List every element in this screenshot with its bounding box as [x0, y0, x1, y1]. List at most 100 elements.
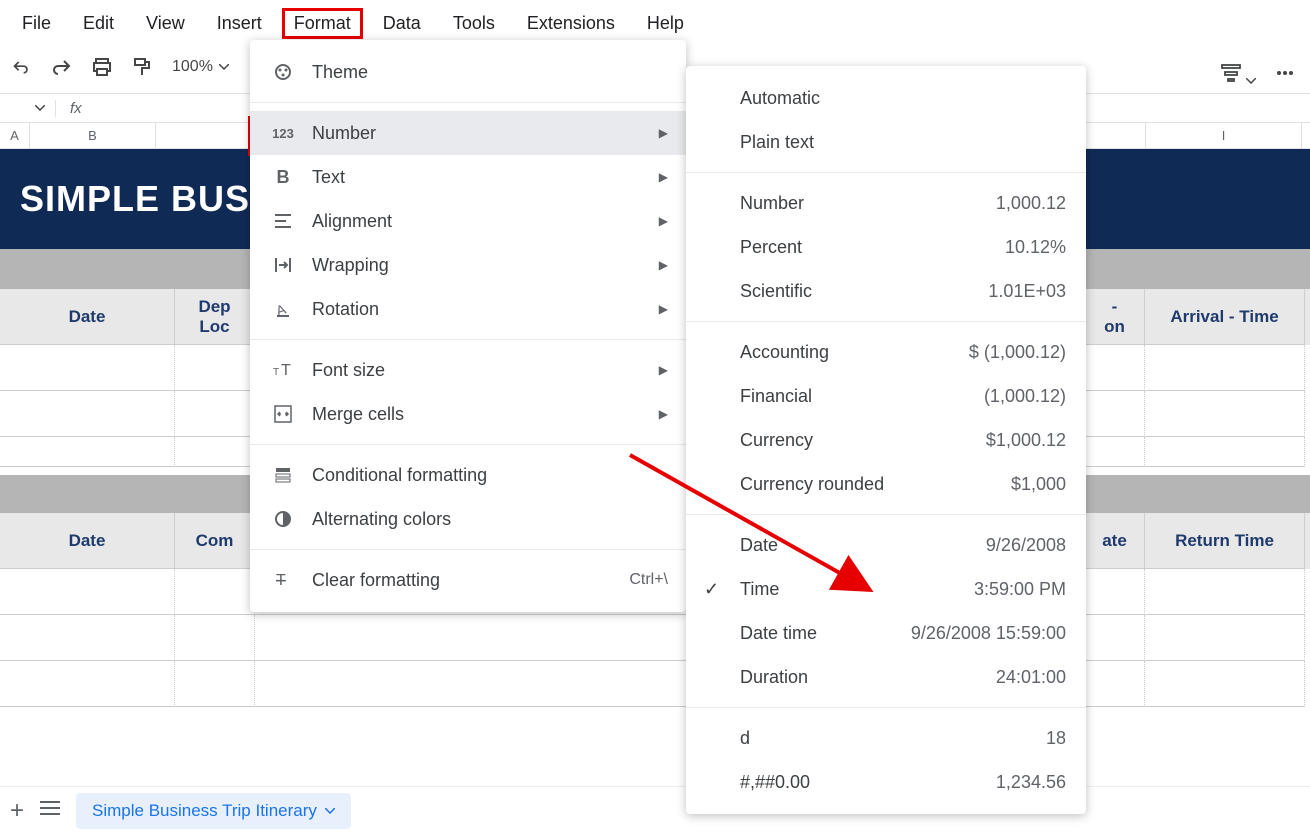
col-a[interactable]: A	[0, 123, 30, 148]
submenu-example: 3:59:00 PM	[974, 579, 1066, 600]
menu-theme[interactable]: Theme	[250, 50, 686, 94]
col-b[interactable]: B	[30, 123, 156, 148]
menu-insert[interactable]: Insert	[205, 8, 274, 39]
submenu-label: Duration	[740, 667, 808, 688]
submenu-example: 9/26/2008 15:59:00	[911, 623, 1066, 644]
submenu-financial[interactable]: Financial (1,000.12)	[686, 374, 1086, 418]
menu-edit[interactable]: Edit	[71, 8, 126, 39]
menu-wrapping[interactable]: Wrapping ▶	[250, 243, 686, 287]
fx-label: fx	[55, 100, 96, 117]
print-icon[interactable]	[92, 57, 112, 77]
wrapping-icon	[268, 256, 298, 274]
all-sheets-icon[interactable]	[40, 800, 60, 821]
submenu-d[interactable]: d 18	[686, 716, 1086, 760]
submenu-number[interactable]: Number 1,000.12	[686, 181, 1086, 225]
menu-mergecells[interactable]: Merge cells ▶	[250, 392, 686, 436]
submenu-example: 1,000.12	[996, 193, 1066, 214]
submenu--0-00[interactable]: #,##0.00 1,234.56	[686, 760, 1086, 804]
submenu-example: 1,234.56	[996, 772, 1066, 793]
zoom-select[interactable]: 100%	[172, 58, 229, 76]
submenu-example: 10.12%	[1005, 237, 1066, 258]
menu-text[interactable]: B Text ▶	[250, 155, 686, 199]
menu-number[interactable]: 123 Number ▶	[250, 111, 686, 155]
rotation-icon: A	[268, 300, 298, 318]
menu-clear[interactable]: T Clear formatting Ctrl+\	[250, 558, 686, 602]
redo-icon[interactable]	[52, 57, 72, 77]
th-on[interactable]: - on	[1085, 289, 1145, 345]
submenu-label: Time	[740, 579, 779, 600]
svg-text:T: T	[281, 362, 291, 379]
add-sheet-icon[interactable]: +	[10, 797, 24, 825]
submenu-label: #,##0.00	[740, 772, 810, 793]
menu-view[interactable]: View	[134, 8, 197, 39]
menu-fontsize[interactable]: TT Font size ▶	[250, 348, 686, 392]
menu-format[interactable]: Format	[282, 8, 363, 39]
menu-alternating[interactable]: Alternating colors	[250, 497, 686, 541]
sheet-tabs-bar: + Simple Business Trip Itinerary	[0, 786, 1310, 834]
submenu-example: (1,000.12)	[984, 386, 1066, 407]
submenu-label: Number	[740, 193, 804, 214]
chevron-right-icon: ▶	[659, 126, 668, 140]
toolbar-right	[1220, 62, 1294, 89]
th-date2[interactable]: Date	[0, 513, 175, 569]
number-icon: 123	[268, 126, 298, 141]
th-ate[interactable]: ate	[1085, 513, 1145, 569]
submenu-scientific[interactable]: Scientific 1.01E+03	[686, 269, 1086, 313]
th-com[interactable]: Com	[175, 513, 255, 569]
submenu-example: $1,000	[1011, 474, 1066, 495]
submenu-accounting[interactable]: Accounting$ (1,000.12)	[686, 330, 1086, 374]
svg-text:T: T	[273, 367, 279, 378]
menu-tools[interactable]: Tools	[441, 8, 507, 39]
submenu-currency[interactable]: Currency $1,000.12	[686, 418, 1086, 462]
submenu-percent[interactable]: Percent 10.12%	[686, 225, 1086, 269]
submenu-example: 9/26/2008	[986, 535, 1066, 556]
submenu-label: Accounting	[740, 342, 829, 363]
th-arrival[interactable]: Arrival - Time	[1145, 289, 1305, 345]
th-date[interactable]: Date	[0, 289, 175, 345]
sheet-tab[interactable]: Simple Business Trip Itinerary	[76, 793, 351, 829]
submenu-currency-rounded[interactable]: Currency rounded $1,000	[686, 462, 1086, 506]
submenu-automatic[interactable]: Automatic	[686, 76, 1086, 120]
submenu-plain-text[interactable]: Plain text	[686, 120, 1086, 164]
menu-alignment[interactable]: Alignment ▶	[250, 199, 686, 243]
undo-icon[interactable]	[12, 57, 32, 77]
menu-rotation[interactable]: A Rotation ▶	[250, 287, 686, 331]
submenu-example: 18	[1046, 728, 1066, 749]
menu-help[interactable]: Help	[635, 8, 696, 39]
menu-conditional[interactable]: Conditional formatting	[250, 453, 686, 497]
submenu-time[interactable]: ✓ Time 3:59:00 PM	[686, 567, 1086, 611]
theme-icon	[268, 62, 298, 82]
check-icon: ✓	[704, 579, 719, 600]
submenu-label: Currency rounded	[740, 474, 884, 495]
submenu-date-time[interactable]: Date time9/26/2008 15:59:00	[686, 611, 1086, 655]
submenu-label: Currency	[740, 430, 813, 451]
th-return[interactable]: Return Time	[1145, 513, 1305, 569]
filter-icon[interactable]	[1220, 62, 1256, 89]
menu-data[interactable]: Data	[371, 8, 433, 39]
merge-icon	[268, 405, 298, 423]
col-i[interactable]: I	[1146, 123, 1302, 148]
clear-icon: T	[268, 571, 298, 589]
alternating-icon	[268, 510, 298, 528]
submenu-example: $1,000.12	[986, 430, 1066, 451]
submenu-duration[interactable]: Duration24:01:00	[686, 655, 1086, 699]
submenu-example: 1.01E+03	[988, 281, 1066, 302]
menu-extensions[interactable]: Extensions	[515, 8, 627, 39]
submenu-label: d	[740, 728, 750, 749]
submenu-label: Financial	[740, 386, 812, 407]
more-icon[interactable]	[1276, 64, 1294, 87]
name-box[interactable]	[0, 105, 55, 111]
alignment-icon	[268, 212, 298, 230]
submenu-label: Automatic	[740, 88, 820, 109]
paint-format-icon[interactable]	[132, 57, 152, 77]
submenu-label: Plain text	[740, 132, 814, 153]
submenu-label: Scientific	[740, 281, 812, 302]
format-dropdown: Theme 123 Number ▶ B Text ▶ Alignment ▶ …	[250, 40, 686, 612]
svg-text:T: T	[276, 572, 286, 589]
number-submenu: Automatic Plain text Number 1,000.12 Percent…	[686, 66, 1086, 814]
menu-file[interactable]: File	[10, 8, 63, 39]
th-dep[interactable]: Dep Loc	[175, 289, 255, 345]
submenu-label: Percent	[740, 237, 802, 258]
submenu-date[interactable]: Date9/26/2008	[686, 523, 1086, 567]
conditional-icon	[268, 466, 298, 484]
